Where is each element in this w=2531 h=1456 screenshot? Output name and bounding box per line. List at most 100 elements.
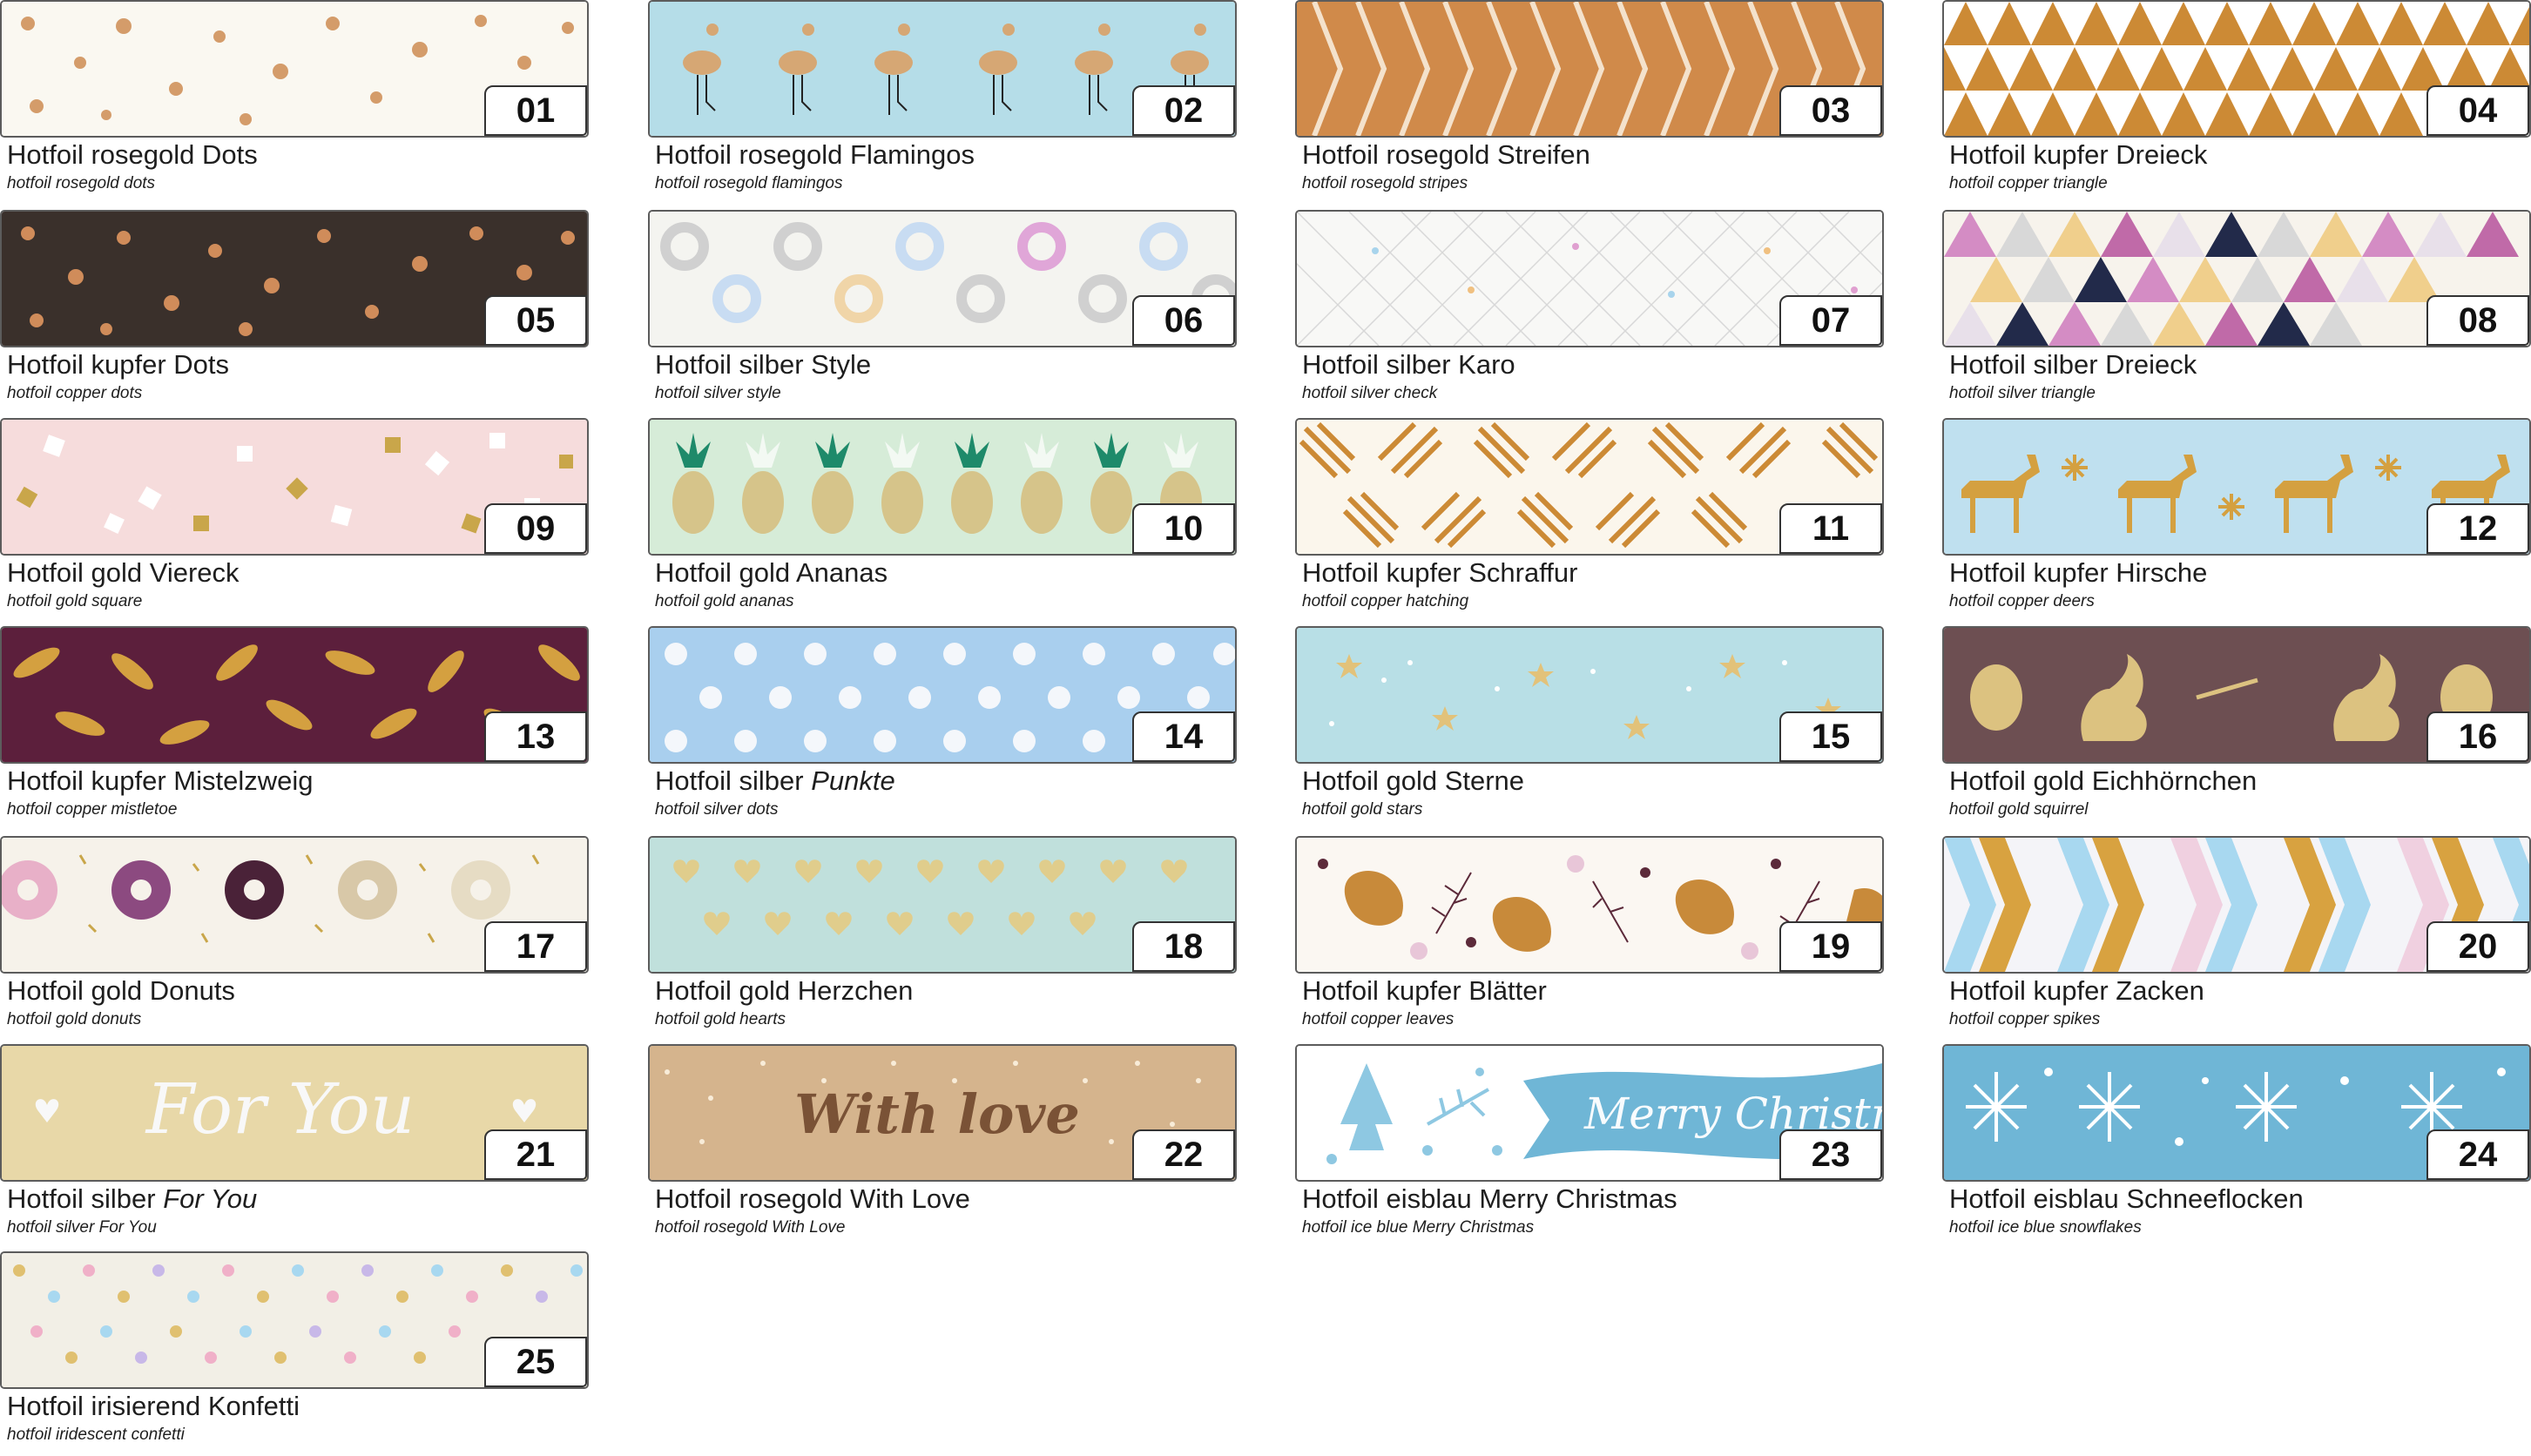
tape-name: Hotfoil kupfer Dreieck (1949, 139, 2208, 170)
tape-number: 16 (2426, 711, 2529, 762)
tape-subtitle: hotfoil copper deers (1949, 592, 2095, 610)
tape-subtitle: hotfoil silver For You (7, 1218, 157, 1237)
tape-number: 03 (1779, 85, 1882, 136)
tape-number: 18 (1132, 921, 1235, 972)
tape-number: 02 (1132, 85, 1235, 136)
tape-card: 09 Hotfoil gold Viereck hotfoil gold squ… (0, 418, 589, 618)
tape-number: 12 (2426, 503, 2529, 554)
tape-name: Hotfoil irisierend Konfetti (7, 1391, 300, 1421)
tape-card: 13 Hotfoil kupfer Mistelzweig hotfoil co… (0, 626, 589, 826)
tape-subtitle: hotfoil rosegold flamingos (655, 174, 843, 192)
tape-card: 20 Hotfoil kupfer Zacken hotfoil copper … (1942, 836, 2531, 1036)
tape-card: 12 Hotfoil kupfer Hirsche hotfoil copper… (1942, 418, 2531, 618)
tape-name: Hotfoil silber Karo (1302, 349, 1515, 380)
tape-card: 24 Hotfoil eisblau Schneeflocken hotfoil… (1942, 1044, 2531, 1244)
tape-card: 08 Hotfoil silber Dreieck hotfoil silver… (1942, 210, 2531, 410)
tape-name: Hotfoil silber For You (7, 1183, 258, 1214)
tape-name: Hotfoil rosegold Dots (7, 139, 258, 170)
tape-number: 19 (1779, 921, 1882, 972)
tape-name: Hotfoil gold Ananas (655, 557, 888, 588)
tape-subtitle: hotfoil copper leaves (1302, 1010, 1454, 1028)
tape-name: Hotfoil kupfer Hirsche (1949, 557, 2208, 588)
tape-name: Hotfoil silber Punkte (655, 765, 895, 796)
tape-number: 17 (484, 921, 587, 972)
tape-number: 22 (1132, 1129, 1235, 1180)
tape-subtitle: hotfoil silver check (1302, 384, 1438, 402)
tape-number: 10 (1132, 503, 1235, 554)
tape-name: Hotfoil silber Dreieck (1949, 349, 2197, 380)
tape-card: 02 Hotfoil rosegold Flamingos hotfoil ro… (648, 0, 1237, 200)
tape-name: Hotfoil kupfer Mistelzweig (7, 765, 314, 796)
tape-card: 03 Hotfoil rosegold Streifen hotfoil ros… (1295, 0, 1884, 200)
tape-card: 04 Hotfoil kupfer Dreieck hotfoil copper… (1942, 0, 2531, 200)
tape-name: Hotfoil eisblau Schneeflocken (1949, 1183, 2304, 1214)
tape-subtitle: hotfoil ice blue Merry Christmas (1302, 1218, 1535, 1237)
tape-number: 15 (1779, 711, 1882, 762)
tape-card: 14 Hotfoil silber Punkte hotfoil silver … (648, 626, 1237, 826)
tape-number: 08 (2426, 295, 2529, 346)
tape-card: Merry Christm 23 Hotfoil eisblau Merry C… (1295, 1044, 1884, 1244)
tape-subtitle: hotfoil gold square (7, 592, 143, 610)
tape-name: Hotfoil gold Sterne (1302, 765, 1525, 796)
tape-name: Hotfoil rosegold With Love (655, 1183, 970, 1214)
tape-number: 13 (484, 711, 587, 762)
tape-name: Hotfoil gold Eichhörnchen (1949, 765, 2258, 796)
tape-name: Hotfoil kupfer Zacken (1949, 975, 2204, 1006)
tape-subtitle: hotfoil copper mistletoe (7, 800, 178, 819)
tape-card: 15 Hotfoil gold Sterne hotfoil gold star… (1295, 626, 1884, 826)
tape-subtitle: hotfoil gold hearts (655, 1010, 786, 1028)
tape-subtitle: hotfoil silver triangle (1949, 384, 2096, 402)
tape-name: Hotfoil rosegold Streifen (1302, 139, 1590, 170)
tape-name: Hotfoil gold Herzchen (655, 975, 914, 1006)
tape-card: 10 Hotfoil gold Ananas hotfoil gold anan… (648, 418, 1237, 618)
tape-card: 17 Hotfoil gold Donuts hotfoil gold donu… (0, 836, 589, 1036)
tape-number: 04 (2426, 85, 2529, 136)
tape-number: 07 (1779, 295, 1882, 346)
tape-card: 16 Hotfoil gold Eichhörnchen hotfoil gol… (1942, 626, 2531, 826)
tape-script-text: For You (145, 1068, 415, 1149)
tape-name: Hotfoil gold Donuts (7, 975, 235, 1006)
tape-subtitle: hotfoil gold donuts (7, 1010, 142, 1028)
tape-subtitle: hotfoil iridescent confetti (7, 1426, 185, 1444)
tape-name: Hotfoil kupfer Schraffur (1302, 557, 1578, 588)
tape-number: 24 (2426, 1129, 2529, 1180)
tape-name: Hotfoil gold Viereck (7, 557, 240, 588)
tape-number: 09 (484, 503, 587, 554)
tape-subtitle: hotfoil copper triangle (1949, 174, 2108, 192)
tape-card: 11 Hotfoil kupfer Schraffur hotfoil copp… (1295, 418, 1884, 618)
tape-subtitle: hotfoil gold squirrel (1949, 800, 2089, 819)
tape-subtitle: hotfoil rosegold stripes (1302, 174, 1468, 192)
tape-subtitle: hotfoil ice blue snowflakes (1949, 1218, 2142, 1237)
tape-name: Hotfoil rosegold Flamingos (655, 139, 975, 170)
tape-subtitle: hotfoil copper spikes (1949, 1010, 2101, 1028)
tape-number: 11 (1779, 503, 1882, 554)
tape-name: Hotfoil kupfer Dots (7, 349, 229, 380)
tape-name: Hotfoil eisblau Merry Christmas (1302, 1183, 1677, 1214)
tape-number: 14 (1132, 711, 1235, 762)
tape-name: Hotfoil kupfer Blätter (1302, 975, 1547, 1006)
tape-card: With love 22 Hotfoil rosegold With Love … (648, 1044, 1237, 1244)
tape-subtitle: hotfoil silver style (655, 384, 781, 402)
tape-script-text: With love (794, 1082, 1080, 1146)
tape-subtitle: hotfoil rosegold dots (7, 174, 156, 192)
tape-subtitle: hotfoil gold stars (1302, 800, 1423, 819)
tape-number: 01 (484, 85, 587, 136)
tape-number: 23 (1779, 1129, 1882, 1180)
tape-number: 06 (1132, 295, 1235, 346)
tape-card: 25 Hotfoil irisierend Konfetti hotfoil i… (0, 1251, 589, 1452)
tape-subtitle: hotfoil gold ananas (655, 592, 794, 610)
tape-name: Hotfoil silber Style (655, 349, 872, 380)
tape-card: 01 Hotfoil rosegold Dots hotfoil rosegol… (0, 0, 589, 200)
tape-number: 25 (484, 1337, 587, 1387)
tape-card: 06 Hotfoil silber Style hotfoil silver s… (648, 210, 1237, 410)
tape-card: For You 21 Hotfoil silber For You hotfoi… (0, 1044, 589, 1244)
tape-subtitle: hotfoil silver dots (655, 800, 779, 819)
tape-subtitle: hotfoil rosegold With Love (655, 1218, 846, 1237)
tape-card: 07 Hotfoil silber Karo hotfoil silver ch… (1295, 210, 1884, 410)
tape-number: 20 (2426, 921, 2529, 972)
tape-number: 21 (484, 1129, 587, 1180)
tape-subtitle: hotfoil copper hatching (1302, 592, 1469, 610)
tape-subtitle: hotfoil copper dots (7, 384, 143, 402)
tape-number: 05 (484, 295, 587, 346)
tape-card: 19 Hotfoil kupfer Blätter hotfoil copper… (1295, 836, 1884, 1036)
